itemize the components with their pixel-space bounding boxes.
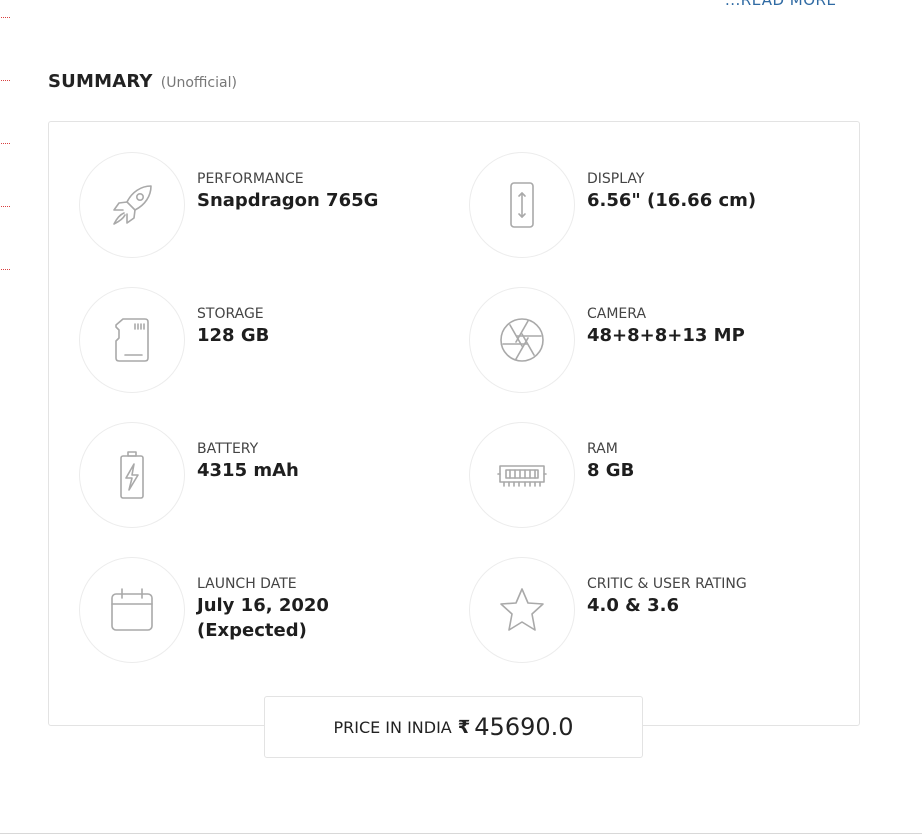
spec-icon-circle [79, 287, 185, 393]
spec-icon-circle [79, 152, 185, 258]
spec-value: Snapdragon 765G [197, 190, 379, 211]
spec-value: 128 GB [197, 325, 270, 346]
battery-icon [120, 451, 144, 499]
spec-value: 4.0 & 3.6 [587, 595, 680, 616]
spec-label: BATTERY [197, 441, 259, 457]
price-label: PRICE IN INDIA [333, 717, 452, 737]
summary-heading: SUMMARY (Unofficial) [48, 71, 237, 92]
edge-mark [1, 80, 10, 81]
price-in-india-box: PRICE IN INDIA ₹ 45690.0 [264, 696, 643, 758]
launch-date-status: (Expected) [197, 620, 307, 641]
sd-card-icon [115, 318, 149, 362]
edge-mark [1, 17, 10, 18]
spec-value: 6.56" (16.66 cm) [587, 190, 757, 211]
edge-mark [1, 206, 10, 207]
spec-label: DISPLAY [587, 171, 645, 187]
spec-value: July 16, 2020 (Expected) [197, 593, 329, 643]
spec-icon-circle [79, 557, 185, 663]
spec-icon-circle [79, 422, 185, 528]
spec-icon-circle [469, 422, 575, 528]
rocket-icon [113, 185, 152, 225]
edge-mark [1, 269, 10, 270]
spec-label: CAMERA [587, 306, 647, 322]
spec-label: STORAGE [197, 306, 264, 322]
camera-aperture-icon [500, 318, 544, 362]
ram-chip-icon [497, 465, 547, 487]
spec-icon-circle [469, 557, 575, 663]
spec-value: 4315 mAh [197, 460, 299, 481]
spec-icon-circle [469, 152, 575, 258]
spec-label: CRITIC & USER RATING [587, 576, 747, 592]
read-more-link[interactable]: ...READ MORE [725, 0, 836, 9]
spec-label: LAUNCH DATE [197, 576, 297, 592]
summary-card: PERFORMANCE Snapdragon 765G DISPLAY 6.56… [48, 121, 860, 726]
launch-date-value: July 16, 2020 [197, 595, 329, 616]
spec-icon-circle [469, 287, 575, 393]
spec-value: 8 GB [587, 460, 635, 481]
phone-display-icon [510, 182, 534, 228]
spec-label: PERFORMANCE [197, 171, 304, 187]
bottom-divider [0, 833, 922, 834]
spec-label: RAM [587, 441, 618, 457]
rupee-icon: ₹ [457, 716, 471, 738]
summary-title: SUMMARY [48, 71, 153, 92]
price-value: 45690.0 [474, 713, 574, 741]
star-icon [500, 588, 544, 631]
edge-mark [1, 143, 10, 144]
summary-subtitle: (Unofficial) [160, 75, 237, 91]
spec-value: 48+8+8+13 MP [587, 325, 745, 346]
calendar-icon [111, 588, 153, 631]
